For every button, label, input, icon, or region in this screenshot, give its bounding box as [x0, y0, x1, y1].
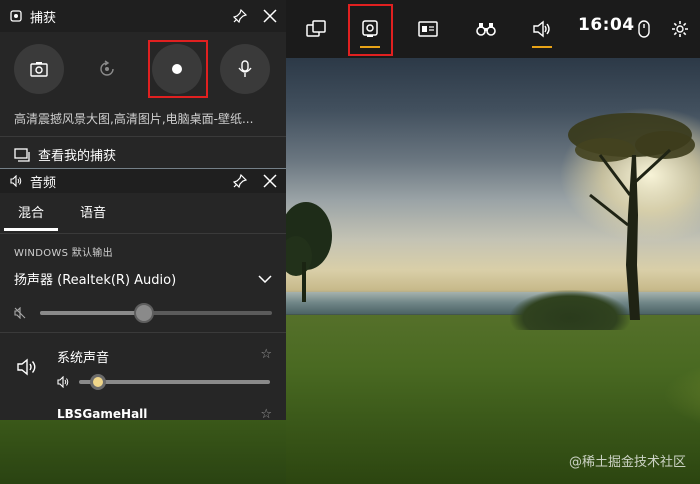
default-output-label: WINDOWS 默认输出: [14, 248, 113, 259]
muted-speaker-icon[interactable]: [14, 307, 26, 319]
watermark-text: @稀土掘金技术社区: [568, 455, 686, 470]
audio-panel: 音频 混合 语音 WINDOWS 默认输出 扬声器 (Realtek(R) Au…: [0, 169, 286, 420]
performance-widget-icon: [418, 21, 438, 37]
capture-highlight-box: [348, 4, 393, 56]
capture-buttons: [0, 32, 286, 110]
record-last-button[interactable]: [82, 44, 132, 94]
record-last-icon: [100, 60, 114, 76]
capture-icon: [8, 8, 24, 24]
looking-for-group-button[interactable]: [464, 0, 508, 58]
close-button[interactable]: [262, 173, 278, 189]
microphone-button[interactable]: [220, 44, 270, 94]
close-icon: [263, 9, 277, 23]
see-my-captures-label: 查看我的捕获: [38, 149, 117, 164]
capture-target-text: 高清震撼风景大图,高清图片,电脑桌面-壁纸...: [14, 112, 254, 126]
screenshot-button[interactable]: [14, 44, 64, 94]
pin-icon: [233, 9, 247, 23]
app-name-lbsgamehall: LBSGameHall: [57, 407, 148, 420]
capture-panel-header: 捕获: [0, 0, 286, 32]
system-sounds-volume-slider[interactable]: [79, 374, 270, 390]
output-device-dropdown[interactable]: 扬声器 (Realtek(R) Audio): [0, 259, 286, 288]
gear-icon: [672, 21, 688, 37]
pin-icon: [233, 174, 247, 188]
master-volume-slider[interactable]: [40, 303, 272, 323]
wallpaper-tree-right: [568, 113, 695, 320]
tab-voice[interactable]: 语音: [80, 202, 106, 221]
record-highlight-box: [148, 40, 208, 98]
output-device-name: 扬声器 (Realtek(R) Audio): [14, 273, 177, 288]
widget-menu-button[interactable]: [294, 0, 338, 58]
pin-button[interactable]: [232, 173, 248, 189]
system-sounds-volume-row: [57, 374, 270, 390]
wallpaper-tree-left: [280, 202, 332, 302]
chevron-down-icon: [258, 274, 272, 283]
speaker-icon[interactable]: [57, 376, 69, 388]
performance-widget-button[interactable]: [406, 0, 450, 58]
audio-tabs: 混合 语音: [0, 193, 286, 231]
audio-icon: [8, 173, 24, 189]
settings-button[interactable]: [662, 0, 698, 58]
gallery-icon: [14, 147, 30, 162]
mouse-button[interactable]: [626, 0, 662, 58]
mouse-icon: [638, 20, 650, 38]
see-my-captures-link[interactable]: 查看我的捕获: [0, 137, 286, 172]
game-bar-toolbar: 16:04: [286, 0, 700, 58]
app-volume-list: 系统声音 ☆ LBSGameHall ☆: [0, 333, 286, 420]
close-button[interactable]: [262, 8, 278, 24]
microphone-icon: [238, 60, 252, 77]
active-indicator: [532, 46, 552, 48]
tab-mix[interactable]: 混合: [3, 202, 59, 231]
pin-button[interactable]: [232, 8, 248, 24]
favorite-star-icon[interactable]: ☆: [260, 407, 272, 420]
widget-menu-icon: [306, 20, 326, 37]
capture-panel-title: 捕获: [30, 10, 57, 26]
slider-thumb[interactable]: [134, 303, 155, 323]
master-volume-row: [0, 288, 286, 324]
audio-widget-button[interactable]: [520, 0, 564, 58]
speaker-icon: [17, 358, 36, 376]
speaker-icon: [533, 20, 550, 38]
audio-panel-header: 音频: [0, 169, 286, 193]
slider-fill: [40, 311, 145, 315]
app-name-system-sounds: 系统声音: [57, 351, 110, 366]
capture-panel: 捕获 高清震撼风景大图,高清图片,电脑桌面-壁纸... 查看我的捕获: [0, 0, 286, 168]
audio-panel-title: 音频: [30, 175, 57, 191]
close-icon: [263, 174, 277, 188]
binoculars-icon: [476, 23, 496, 36]
slider-thumb[interactable]: [90, 374, 107, 390]
camera-icon: [30, 62, 48, 77]
favorite-star-icon[interactable]: ☆: [260, 347, 272, 362]
